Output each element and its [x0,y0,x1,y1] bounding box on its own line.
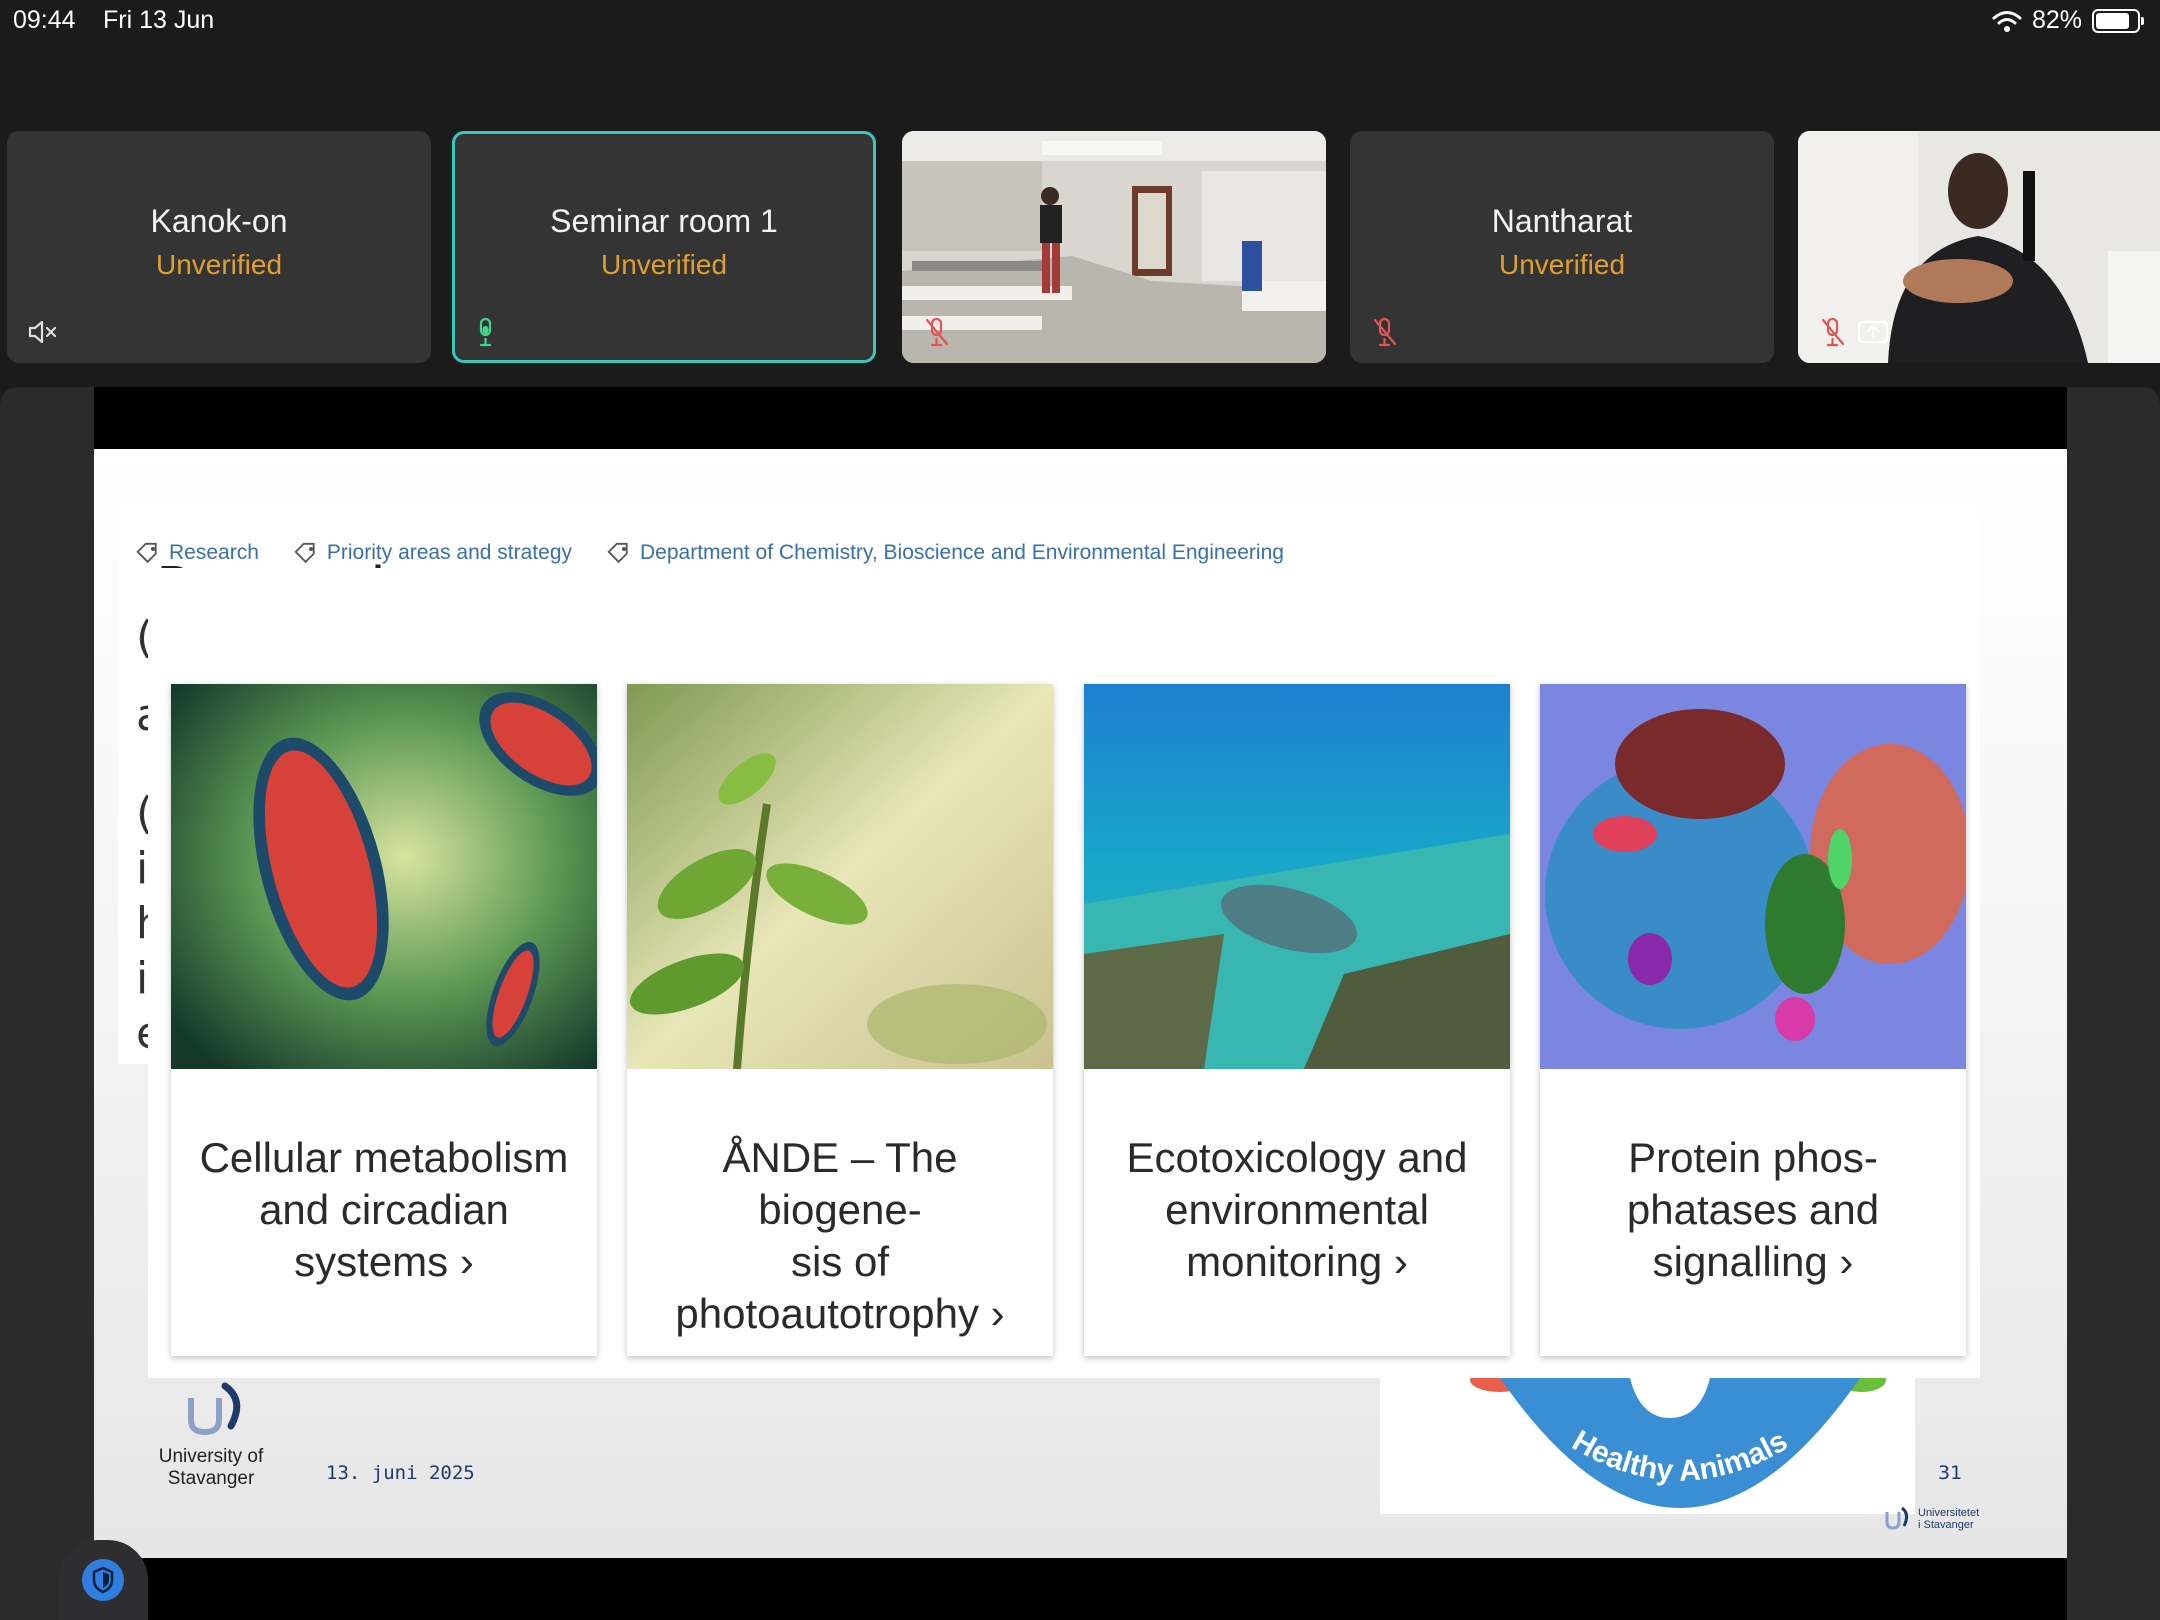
tag-label: Department of Chemistry, Bioscience and … [640,541,1284,564]
tag-icon [607,542,628,564]
mic-active-icon [479,317,492,347]
battery-percent: 82% [2031,6,2082,34]
underwater-image [1084,684,1510,1069]
slide-page-number: 31 [1938,1462,1963,1484]
uis-small-logo-mark [1885,1506,1909,1530]
screen-share-icon [1857,320,1889,344]
small-university-logo: Universitetet i Stavanger [1882,1506,1979,1532]
small-logo-line-2: i Stavanger [1918,1519,1974,1531]
small-logo-line-1: Universitetet [1918,1507,1980,1519]
logo-text-line-1: University of [158,1446,264,1467]
card-title: Ecotoxicology and environmental monitori… [1126,1134,1468,1285]
text-fragment: i [136,843,149,894]
healthy-animals-badge: Healthy Animals [1380,1378,1915,1514]
plant-sprout-image [627,684,1053,1069]
classroom-video-feed [902,131,1326,363]
research-card-ecotoxicology[interactable]: Ecotoxicology and environmental monitori… [1084,684,1510,1356]
uis-logo-mark [188,1382,241,1436]
mic-muted-icon [925,317,949,347]
card-title: Protein phos- phatases and signalling › [1626,1134,1880,1285]
mic-muted-icon [1821,317,1845,347]
participant-tile-nantharat[interactable]: Nantharat Unverified [1350,131,1774,363]
participant-tile-kanok-on[interactable]: Kanok-on Unverified [7,131,431,363]
participant-tile-seminar-room[interactable]: Seminar room 1 Unverified [452,131,876,363]
participant-name: Kanok-on [150,203,288,239]
clock: 09:44 [13,6,76,34]
shield-icon [82,1559,124,1601]
text-fragment: i [136,953,149,1004]
logo-text-line-2: Stavanger [167,1468,255,1489]
battery-icon [2092,8,2144,33]
security-button[interactable] [58,1540,148,1620]
verification-status: Unverified [600,249,728,280]
card-title: ÅNDE – The biogene- sis of photoautotrop… [675,1134,1005,1337]
mic-muted-icon [1373,317,1397,347]
protein-structure-image [1540,684,1966,1069]
verification-status: Unverified [1498,249,1626,280]
mitochondria-image [171,684,597,1069]
tag-department: Department of Chemistry, Bioscience and … [606,541,1284,565]
participant-tile-speaker-video[interactable] [1798,131,2160,363]
research-card-protein-phosphatases[interactable]: Protein phos- phatases and signalling › [1540,684,1966,1356]
date: Fri 13 Jun [103,6,215,34]
research-card-cellular-metabolism[interactable]: Cellular metabolism and circadian system… [171,684,597,1356]
participant-name: Nantharat [1491,203,1633,239]
slide-date: 13. juni 2025 [326,1462,475,1484]
wifi-icon [1992,10,2022,32]
speaker-muted-icon [28,320,57,344]
speaker-video-feed [1798,131,2160,363]
participant-name: Seminar room 1 [550,203,778,239]
participant-tile-classroom-video[interactable] [902,131,1326,363]
university-logo: University of Stavanger [146,1380,276,1490]
card-title: Cellular metabolism and circadian system… [199,1134,569,1285]
status-bar: 09:44 Fri 13 Jun 82% [0,0,2160,40]
verification-status: Unverified [155,249,283,280]
research-card-ande[interactable]: ÅNDE – The biogene- sis of photoautotrop… [627,684,1053,1356]
